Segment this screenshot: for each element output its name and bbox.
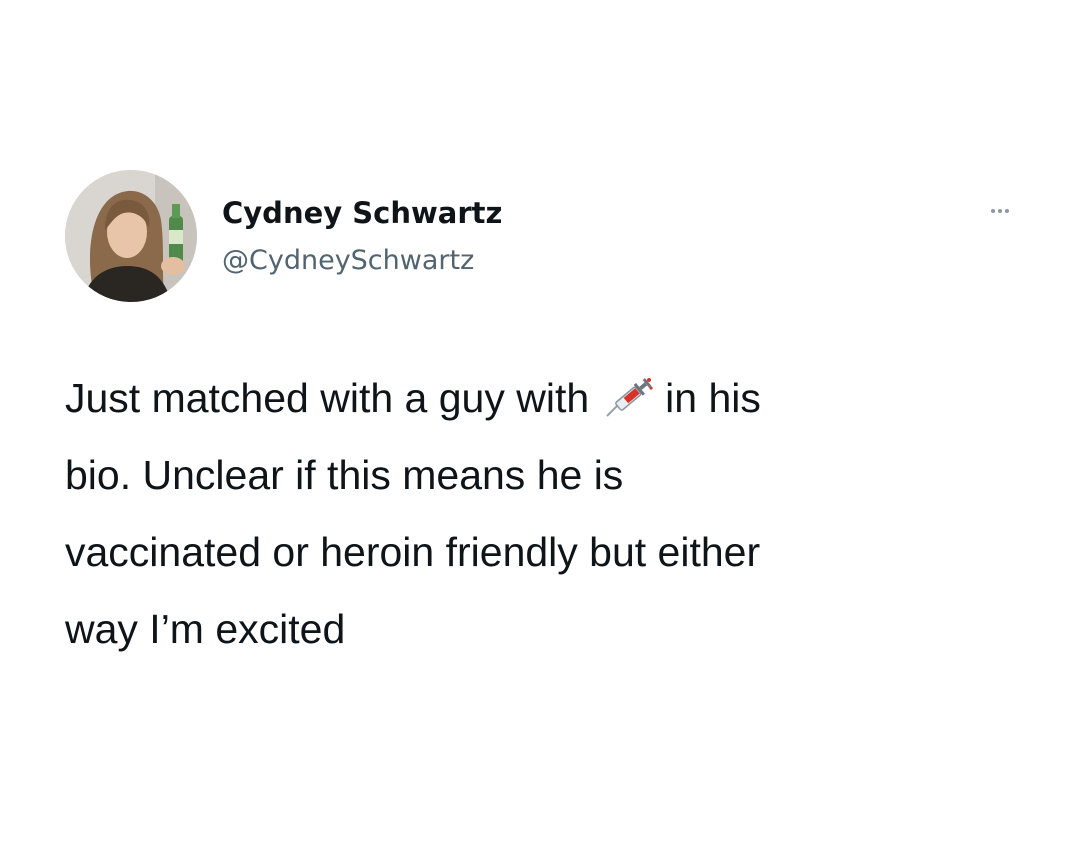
avatar-photo <box>65 170 197 302</box>
tweet-text-line-3: vaccinated or heroin friendly but either <box>65 529 761 575</box>
tweet-text-segment: in his <box>665 375 761 421</box>
tweet-text-segment: Just matched with a guy with <box>65 375 590 421</box>
more-dot <box>991 209 995 213</box>
author-display-name[interactable]: Cydney Schwartz <box>222 196 502 230</box>
avatar[interactable] <box>65 170 197 302</box>
author-handle[interactable]: @CydneySchwartz <box>222 245 474 277</box>
tweet-text: Just matched with a guy with in his bio.… <box>65 360 1025 668</box>
tweet-text-line-1: Just matched with a guy with in his <box>65 360 1025 437</box>
tweet-text-line-2: bio. Unclear if this means he is <box>65 452 624 498</box>
tweet-card: Cydney Schwartz @CydneySchwartz Just mat… <box>0 0 1080 865</box>
more-dot <box>998 209 1002 213</box>
more-dot <box>1005 209 1009 213</box>
syringe-emoji-icon <box>603 368 655 417</box>
tweet-text-line-4: way I’m excited <box>65 606 346 652</box>
more-options-icon[interactable] <box>978 200 1022 222</box>
